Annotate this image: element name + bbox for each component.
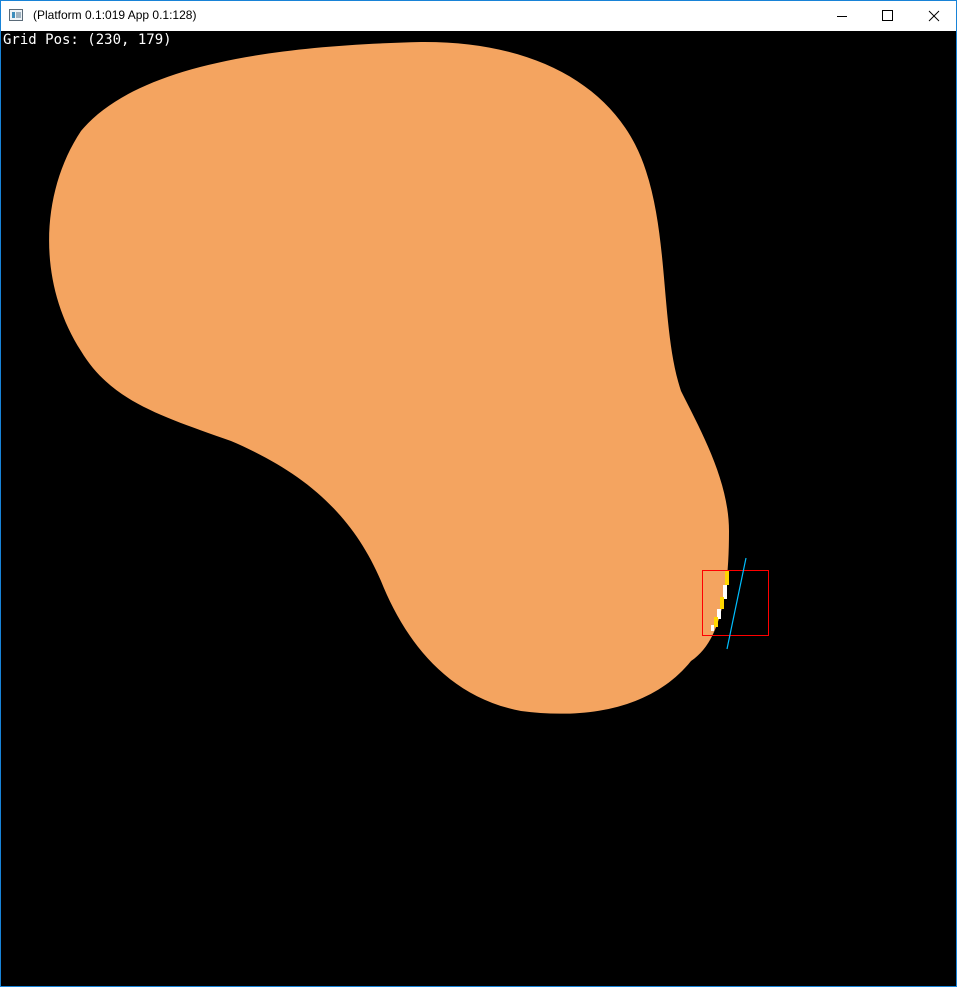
window-title: (Platform 0.1:019 App 0.1:128) — [33, 8, 197, 22]
app-icon[interactable] — [9, 9, 23, 21]
blob-shape — [49, 41, 729, 714]
render-canvas[interactable]: Grid Pos: (230, 179) — [1, 31, 956, 986]
maximize-button[interactable] — [865, 1, 911, 31]
close-button[interactable] — [911, 1, 957, 31]
app-window: (Platform 0.1:019 App 0.1:128) Grid Pos:… — [0, 0, 957, 987]
grid-pos-readout: Grid Pos: (230, 179) — [3, 32, 172, 48]
minimize-icon — [837, 16, 847, 17]
title-bar[interactable]: (Platform 0.1:019 App 0.1:128) — [1, 1, 956, 31]
minimize-button[interactable] — [819, 1, 865, 31]
close-icon — [928, 10, 940, 22]
maximize-icon — [882, 10, 893, 21]
scene-svg — [49, 41, 769, 714]
